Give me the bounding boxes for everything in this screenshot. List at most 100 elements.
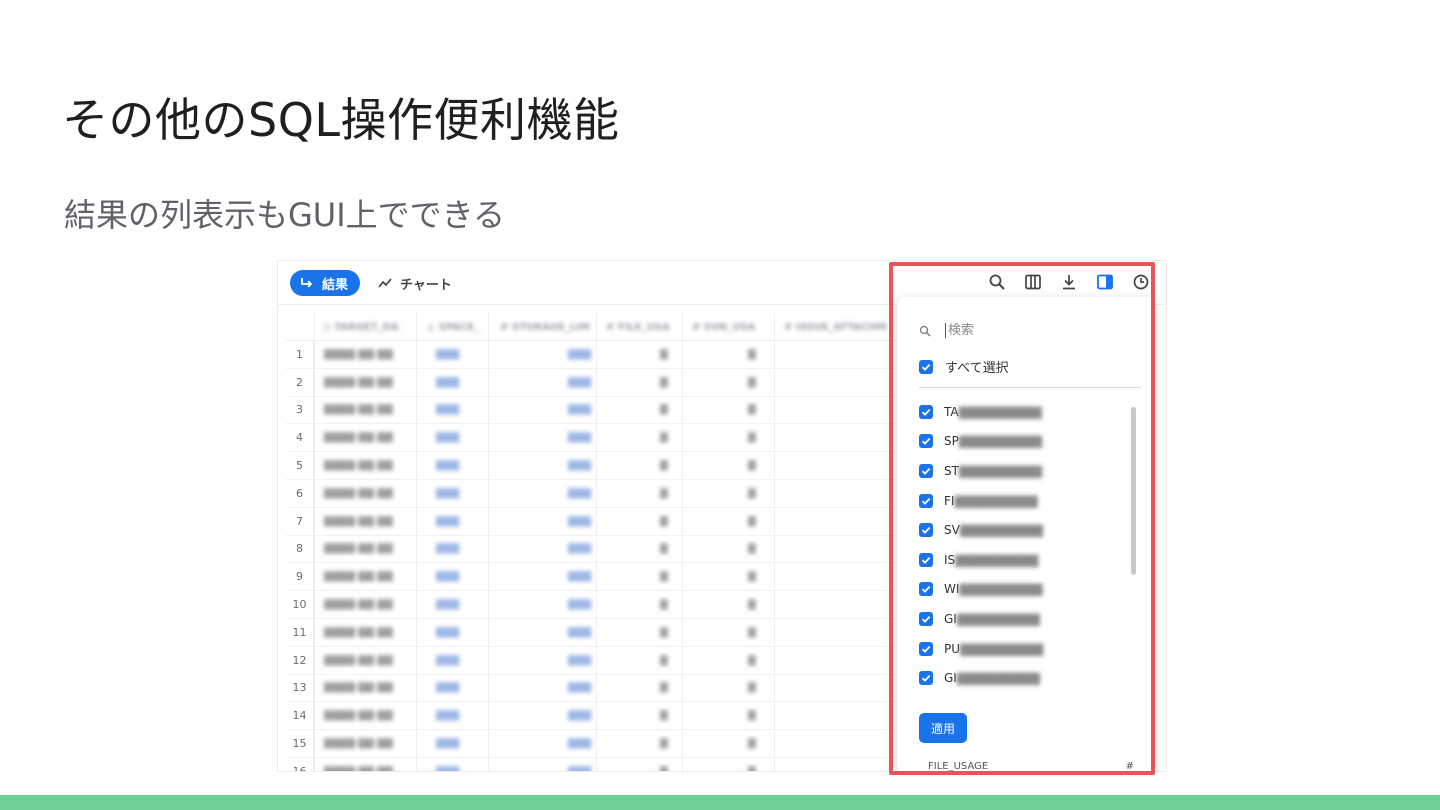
table-cell[interactable]: ▇ bbox=[660, 452, 680, 479]
column-header[interactable]: ⊥ SPACE_ bbox=[426, 313, 496, 341]
table-cell[interactable]: ▇ bbox=[660, 758, 680, 771]
table-cell[interactable]: ▇▇▇ bbox=[436, 563, 486, 590]
table-row[interactable]: 9 ▇▇▇▇-▇▇-▇▇ ▇▇▇ ▇▇▇ ▇ ▇ bbox=[286, 563, 896, 592]
table-cell[interactable]: ▇▇▇▇-▇▇-▇▇ bbox=[324, 758, 420, 771]
table-cell[interactable]: ▇ bbox=[660, 536, 680, 563]
table-cell[interactable]: ▇▇▇ bbox=[568, 536, 598, 563]
table-cell[interactable]: ▇▇▇ bbox=[568, 702, 598, 729]
table-cell[interactable]: ▇▇▇ bbox=[568, 647, 598, 674]
table-cell[interactable]: ▇▇▇ bbox=[436, 730, 486, 757]
table-cell[interactable]: ▇▇▇ bbox=[436, 341, 486, 368]
column-header[interactable]: ◷ TARGET_DA bbox=[322, 313, 422, 341]
table-cell[interactable]: ▇▇▇ bbox=[436, 647, 486, 674]
table-cell[interactable]: ▇ bbox=[660, 480, 680, 507]
table-cell[interactable]: ▇ bbox=[748, 452, 768, 479]
table-cell[interactable]: ▇▇▇ bbox=[568, 619, 598, 646]
table-cell[interactable]: ▇▇▇ bbox=[436, 452, 486, 479]
table-cell[interactable]: ▇ bbox=[660, 730, 680, 757]
table-cell[interactable]: ▇▇▇ bbox=[436, 675, 486, 702]
table-cell[interactable]: ▇▇▇ bbox=[568, 452, 598, 479]
table-cell[interactable]: ▇ bbox=[660, 508, 680, 535]
table-cell[interactable]: ▇▇▇ bbox=[436, 536, 486, 563]
table-row[interactable]: 11 ▇▇▇▇-▇▇-▇▇ ▇▇▇ ▇▇▇ ▇ ▇ bbox=[286, 618, 896, 647]
table-cell[interactable]: ▇▇▇ bbox=[436, 397, 486, 424]
table-cell[interactable]: ▇ bbox=[748, 508, 768, 535]
table-cell[interactable]: ▇▇▇▇-▇▇-▇▇ bbox=[324, 508, 420, 535]
table-cell[interactable]: ▇ bbox=[660, 702, 680, 729]
table-cell[interactable]: ▇▇▇▇-▇▇-▇▇ bbox=[324, 397, 420, 424]
table-cell[interactable]: ▇▇▇ bbox=[568, 563, 598, 590]
table-cell[interactable]: ▇▇▇▇-▇▇-▇▇ bbox=[324, 730, 420, 757]
column-header[interactable]: # STORAGE_LIM bbox=[500, 313, 600, 341]
table-cell[interactable]: ▇▇▇ bbox=[436, 758, 486, 771]
table-cell[interactable]: ▇ bbox=[748, 424, 768, 451]
table-cell[interactable]: ▇▇▇▇-▇▇-▇▇ bbox=[324, 591, 420, 618]
table-cell[interactable]: ▇ bbox=[748, 619, 768, 646]
table-row[interactable]: 14 ▇▇▇▇-▇▇-▇▇ ▇▇▇ ▇▇▇ ▇ ▇ bbox=[286, 702, 896, 731]
table-cell[interactable]: ▇ bbox=[748, 536, 768, 563]
table-row[interactable]: 15 ▇▇▇▇-▇▇-▇▇ ▇▇▇ ▇▇▇ ▇ ▇ bbox=[286, 730, 896, 758]
table-cell[interactable]: ▇▇▇ bbox=[436, 508, 486, 535]
table-cell[interactable]: ▇▇▇ bbox=[436, 424, 486, 451]
table-cell[interactable]: ▇ bbox=[748, 591, 768, 618]
table-cell[interactable]: ▇▇▇ bbox=[568, 424, 598, 451]
table-cell[interactable]: ▇▇▇ bbox=[436, 369, 486, 396]
table-row[interactable]: 2 ▇▇▇▇-▇▇-▇▇ ▇▇▇ ▇▇▇ ▇ ▇ bbox=[286, 368, 896, 397]
table-cell[interactable]: ▇ bbox=[660, 619, 680, 646]
table-cell[interactable]: ▇▇▇ bbox=[568, 591, 598, 618]
table-cell[interactable]: ▇ bbox=[660, 397, 680, 424]
table-cell[interactable]: ▇▇▇ bbox=[568, 341, 598, 368]
table-cell[interactable]: ▇ bbox=[748, 730, 768, 757]
table-row[interactable]: 6 ▇▇▇▇-▇▇-▇▇ ▇▇▇ ▇▇▇ ▇ ▇ bbox=[286, 479, 896, 508]
table-cell[interactable]: ▇ bbox=[660, 341, 680, 368]
table-cell[interactable]: ▇▇▇ bbox=[568, 508, 598, 535]
table-cell[interactable]: ▇▇▇▇-▇▇-▇▇ bbox=[324, 536, 420, 563]
table-cell[interactable]: ▇▇▇▇-▇▇-▇▇ bbox=[324, 480, 420, 507]
table-cell[interactable]: ▇ bbox=[660, 424, 680, 451]
table-cell[interactable]: ▇▇▇ bbox=[568, 397, 598, 424]
table-cell[interactable]: ▇▇▇▇-▇▇-▇▇ bbox=[324, 702, 420, 729]
table-cell[interactable]: ▇ bbox=[748, 341, 768, 368]
table-cell[interactable]: ▇▇▇▇-▇▇-▇▇ bbox=[324, 647, 420, 674]
table-cell[interactable]: ▇▇▇▇-▇▇-▇▇ bbox=[324, 424, 420, 451]
table-cell[interactable]: ▇ bbox=[748, 369, 768, 396]
table-cell[interactable]: ▇ bbox=[660, 647, 680, 674]
column-header[interactable]: # FILE_USA bbox=[606, 313, 690, 341]
table-cell[interactable]: ▇ bbox=[748, 563, 768, 590]
table-cell[interactable]: ▇ bbox=[748, 397, 768, 424]
table-cell[interactable]: ▇ bbox=[660, 675, 680, 702]
table-row[interactable]: 10 ▇▇▇▇-▇▇-▇▇ ▇▇▇ ▇▇▇ ▇ ▇ bbox=[286, 591, 896, 619]
table-row[interactable]: 13 ▇▇▇▇-▇▇-▇▇ ▇▇▇ ▇▇▇ ▇ ▇ bbox=[286, 674, 896, 703]
table-cell[interactable]: ▇ bbox=[748, 480, 768, 507]
table-cell[interactable]: ▇▇▇ bbox=[568, 480, 598, 507]
table-cell[interactable]: ▇▇▇▇-▇▇-▇▇ bbox=[324, 341, 420, 368]
column-header[interactable]: # ISSUE_ATTACHM bbox=[784, 313, 896, 341]
result-tab-button[interactable]: 結果 bbox=[290, 270, 361, 296]
table-row[interactable]: 16 ▇▇▇▇-▇▇-▇▇ ▇▇▇ ▇▇▇ ▇ ▇ bbox=[286, 757, 896, 771]
table-row[interactable]: 5 ▇▇▇▇-▇▇-▇▇ ▇▇▇ ▇▇▇ ▇ ▇ bbox=[286, 452, 896, 480]
table-cell[interactable]: ▇▇▇▇-▇▇-▇▇ bbox=[324, 563, 420, 590]
table-cell[interactable]: ▇ bbox=[748, 675, 768, 702]
table-cell[interactable]: ▇ bbox=[660, 563, 680, 590]
table-cell[interactable]: ▇ bbox=[748, 758, 768, 771]
chart-tab-button[interactable]: チャート bbox=[378, 270, 452, 296]
table-cell[interactable]: ▇ bbox=[748, 647, 768, 674]
table-cell[interactable]: ▇▇▇ bbox=[568, 675, 598, 702]
table-cell[interactable]: ▇▇▇▇-▇▇-▇▇ bbox=[324, 452, 420, 479]
table-row[interactable]: 7 ▇▇▇▇-▇▇-▇▇ ▇▇▇ ▇▇▇ ▇ ▇ bbox=[286, 507, 896, 536]
table-cell[interactable]: ▇ bbox=[660, 369, 680, 396]
table-cell[interactable]: ▇▇▇▇-▇▇-▇▇ bbox=[324, 619, 420, 646]
table-row[interactable]: 12 ▇▇▇▇-▇▇-▇▇ ▇▇▇ ▇▇▇ ▇ ▇ bbox=[286, 646, 896, 675]
table-row[interactable]: 8 ▇▇▇▇-▇▇-▇▇ ▇▇▇ ▇▇▇ ▇ ▇ bbox=[286, 535, 896, 564]
table-cell[interactable]: ▇▇▇ bbox=[568, 730, 598, 757]
table-cell[interactable]: ▇▇▇▇-▇▇-▇▇ bbox=[324, 369, 420, 396]
table-row[interactable]: 3 ▇▇▇▇-▇▇-▇▇ ▇▇▇ ▇▇▇ ▇ ▇ bbox=[286, 396, 896, 425]
table-row[interactable]: 4 ▇▇▇▇-▇▇-▇▇ ▇▇▇ ▇▇▇ ▇ ▇ bbox=[286, 424, 896, 453]
table-cell[interactable]: ▇▇▇ bbox=[568, 369, 598, 396]
table-cell[interactable]: ▇▇▇ bbox=[436, 480, 486, 507]
table-cell[interactable]: ▇ bbox=[748, 702, 768, 729]
table-cell[interactable]: ▇▇▇ bbox=[568, 758, 598, 771]
table-row[interactable]: 1 ▇▇▇▇-▇▇-▇▇ ▇▇▇ ▇▇▇ ▇ ▇ bbox=[286, 341, 896, 369]
table-cell[interactable]: ▇▇▇▇-▇▇-▇▇ bbox=[324, 675, 420, 702]
column-header[interactable]: # SVN_USA bbox=[692, 313, 780, 341]
